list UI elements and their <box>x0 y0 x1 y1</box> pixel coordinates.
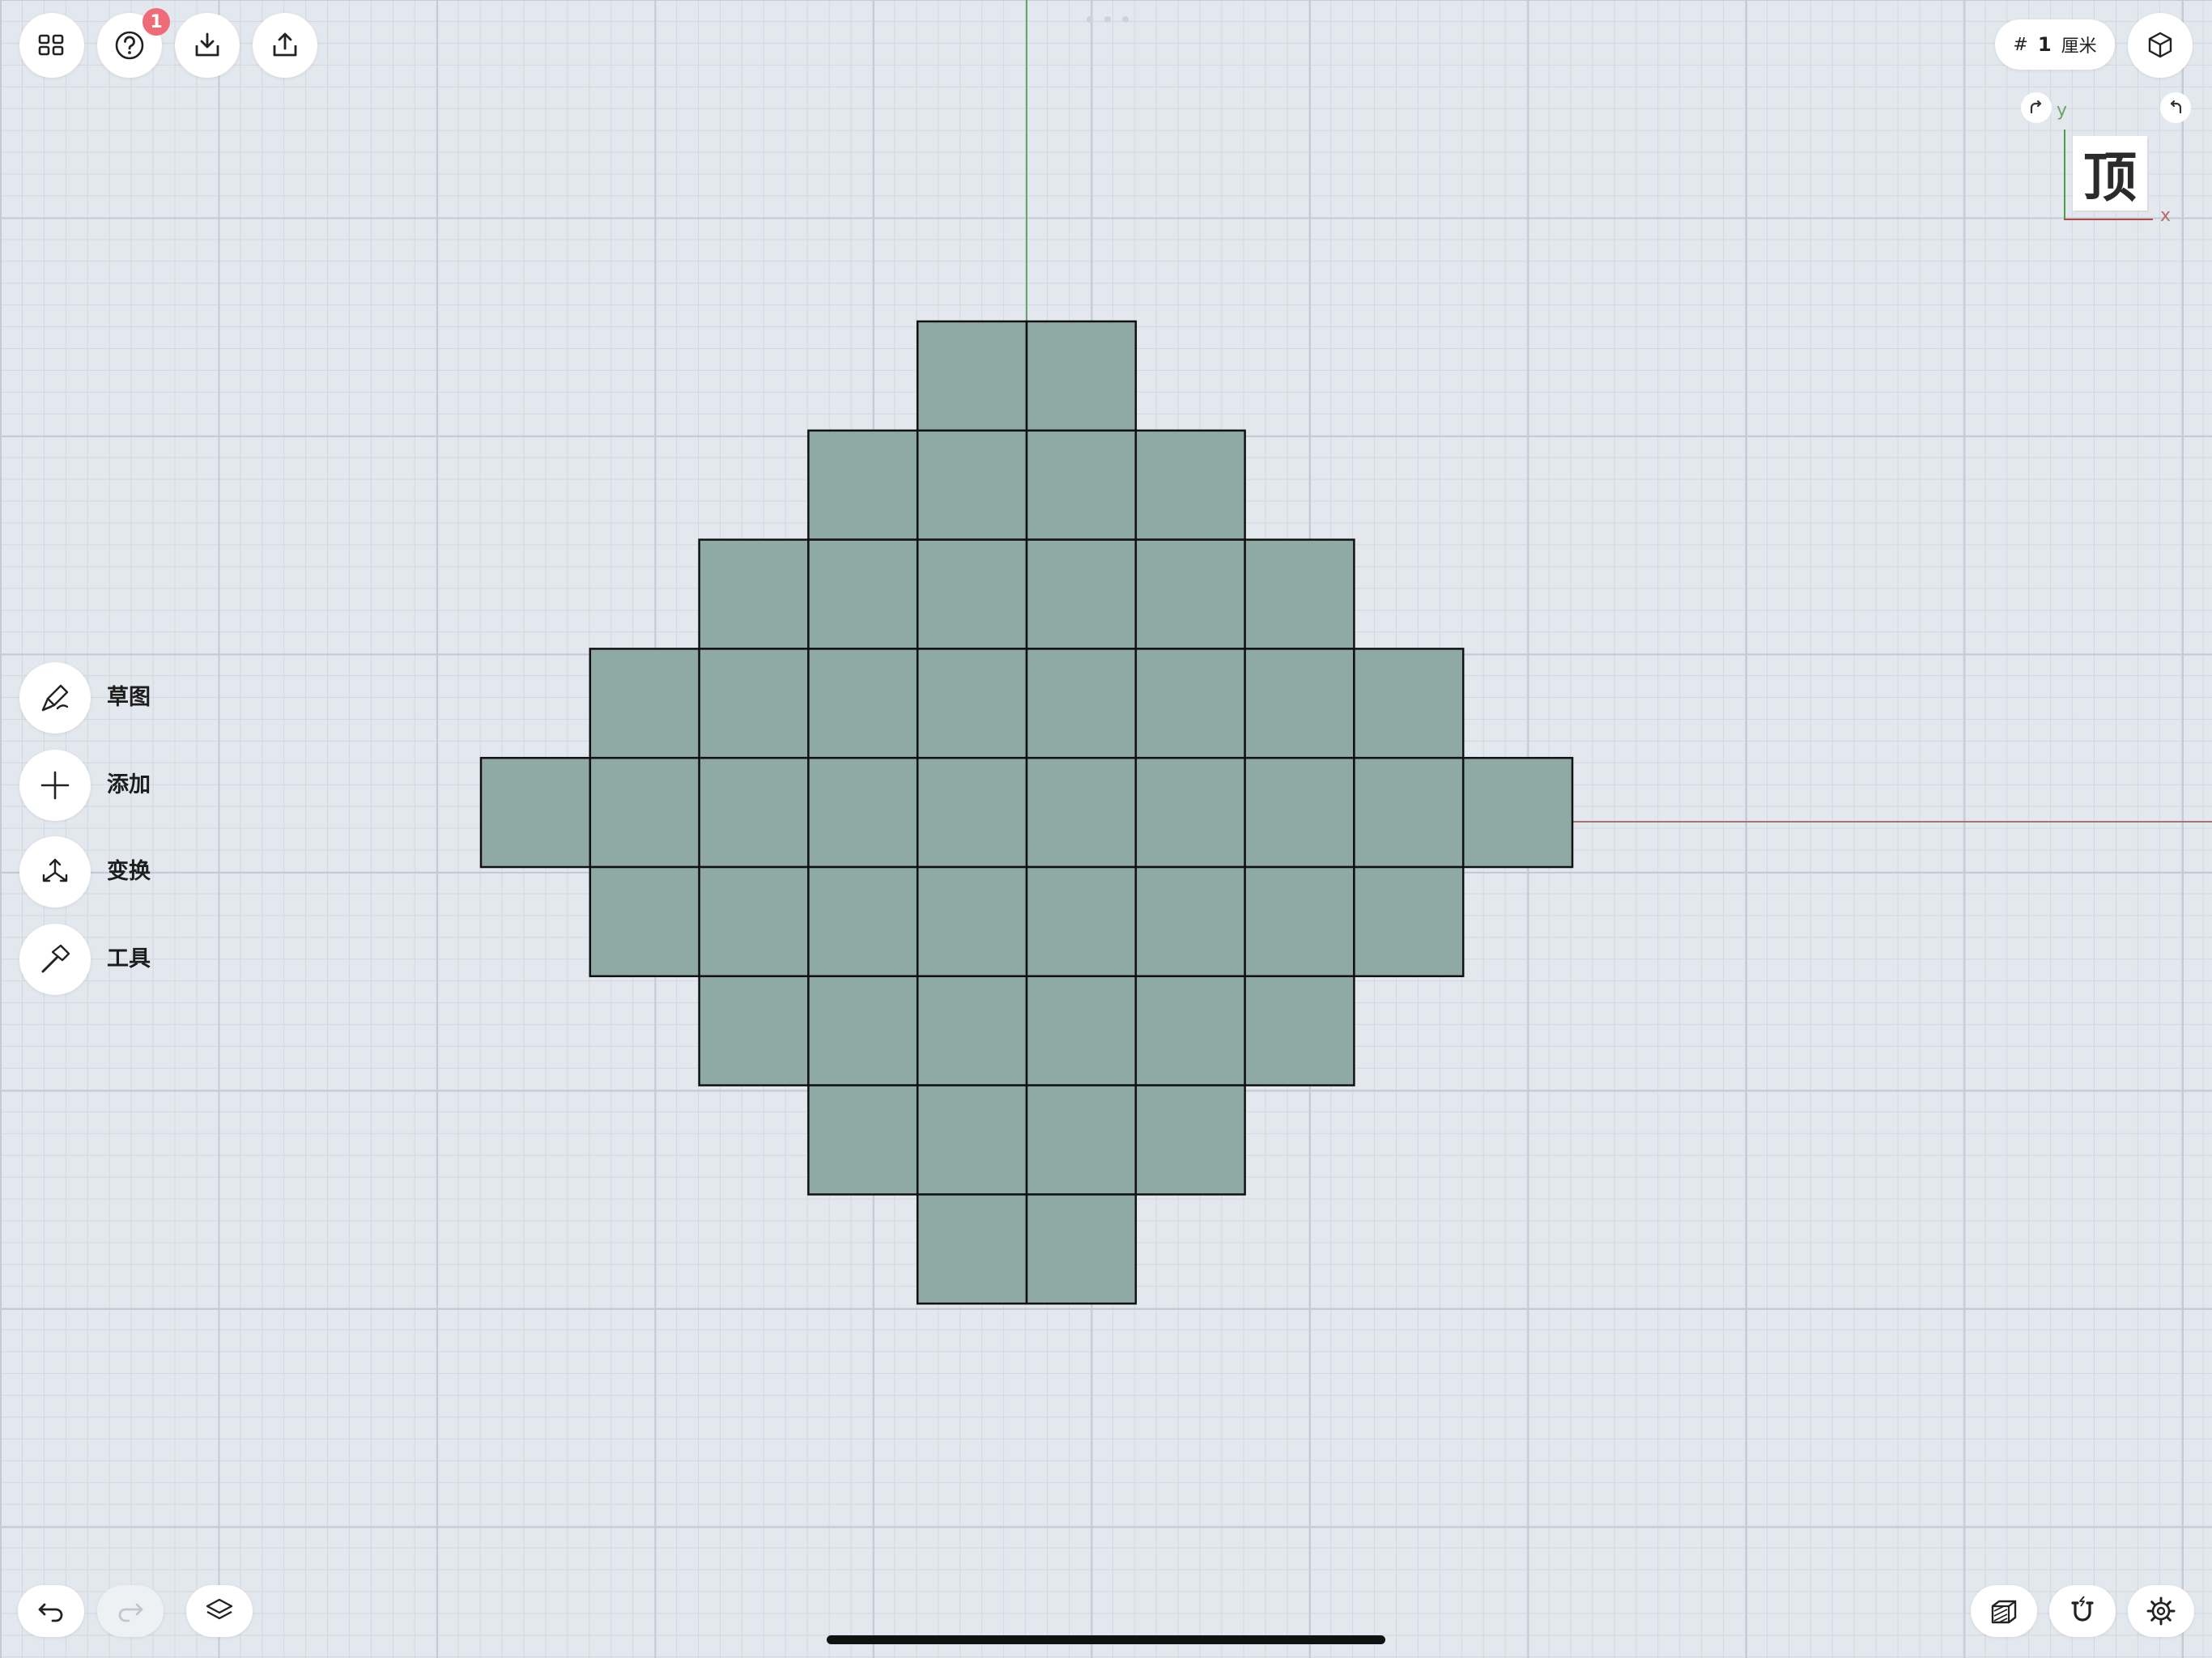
tools-label: 工具 <box>107 946 151 971</box>
shape-cell[interactable] <box>807 975 919 1086</box>
shape-cell[interactable] <box>916 865 1028 978</box>
undo-button[interactable] <box>18 1585 84 1637</box>
shape-cell[interactable] <box>916 538 1028 650</box>
settings-gear-icon <box>2146 1596 2176 1626</box>
shape-cell[interactable] <box>698 648 810 759</box>
shape-cell[interactable] <box>807 756 919 869</box>
grid-unit-selector[interactable]: # 1 厘米 <box>1995 19 2115 70</box>
shape-cell[interactable] <box>1134 975 1246 1086</box>
rotate-right-arrow-icon <box>2030 100 2042 114</box>
undo-icon <box>38 1603 63 1622</box>
redo-icon <box>118 1603 143 1622</box>
redo-button[interactable] <box>97 1585 164 1637</box>
shape-cell[interactable] <box>1134 865 1246 978</box>
shape-cell[interactable] <box>916 429 1028 541</box>
unit-hash-symbol: # <box>2013 34 2028 55</box>
rotate-view-left-button[interactable] <box>2021 92 2052 123</box>
shape-cell[interactable] <box>1134 538 1246 650</box>
add-button[interactable] <box>19 750 91 821</box>
shape-cell[interactable] <box>589 865 700 978</box>
gizmo-x-axis <box>2064 219 2153 220</box>
shape-cell[interactable] <box>479 756 592 869</box>
shape-cell[interactable] <box>698 538 810 650</box>
shape-cell[interactable] <box>807 648 919 759</box>
shape-cell[interactable] <box>1025 975 1138 1086</box>
pen-sketch-icon <box>41 684 69 712</box>
sketch-label: 草图 <box>107 685 151 710</box>
shape-cell[interactable] <box>1025 865 1138 978</box>
shape-cell[interactable] <box>1244 648 1355 759</box>
pixel-diamond-shape[interactable] <box>0 0 2212 1658</box>
layers-button[interactable] <box>186 1585 253 1637</box>
hammer-icon <box>41 944 70 973</box>
shape-cell[interactable] <box>1025 320 1138 432</box>
shape-cell[interactable] <box>916 1193 1028 1305</box>
transform-button[interactable] <box>19 836 91 908</box>
shape-cell[interactable] <box>1025 538 1138 650</box>
shape-cell[interactable] <box>1025 756 1138 869</box>
shape-cell[interactable] <box>1025 648 1138 759</box>
share-button[interactable] <box>253 13 317 78</box>
shape-cell[interactable] <box>916 648 1028 759</box>
import-button[interactable] <box>175 13 240 78</box>
shape-cell[interactable] <box>1134 756 1246 869</box>
shape-cell[interactable] <box>1461 756 1574 869</box>
sketch-button[interactable] <box>19 662 91 733</box>
shape-cell[interactable] <box>1244 538 1355 650</box>
shape-cell[interactable] <box>1025 429 1138 541</box>
tools-button[interactable] <box>19 924 91 995</box>
snap-button[interactable] <box>2049 1585 2116 1637</box>
grid-unit-label: 厘米 <box>2061 36 2097 57</box>
shape-cell[interactable] <box>589 756 700 869</box>
shape-cell[interactable] <box>807 429 919 541</box>
settings-button[interactable] <box>2128 1585 2194 1637</box>
help-notification-badge: 1 <box>143 8 170 36</box>
shape-cell[interactable] <box>698 865 810 978</box>
shape-cell[interactable] <box>1134 648 1246 759</box>
shape-cell[interactable] <box>1025 1084 1138 1196</box>
section-view-icon <box>1991 1600 2017 1624</box>
shape-cell[interactable] <box>1244 756 1355 869</box>
rotate-view-right-button[interactable] <box>2160 92 2191 123</box>
gizmo-x-label: x <box>2160 206 2172 226</box>
share-icon <box>273 32 297 57</box>
layers-icon <box>206 1598 233 1620</box>
grid-unit-value: 1 <box>2037 33 2052 56</box>
shape-cell[interactable] <box>807 1084 919 1196</box>
import-icon <box>195 32 219 57</box>
shape-cell[interactable] <box>916 975 1028 1086</box>
transform-arrows-icon <box>42 858 68 882</box>
section-view-button[interactable] <box>1971 1585 2037 1637</box>
view-cube-top-face[interactable]: 顶 <box>2073 136 2147 210</box>
gizmo-y-axis <box>2064 130 2065 220</box>
add-label: 添加 <box>107 772 151 797</box>
rotate-left-arrow-icon <box>2170 100 2182 114</box>
shape-cell[interactable] <box>1244 975 1355 1086</box>
shape-cell[interactable] <box>1353 756 1465 869</box>
transform-label: 变换 <box>107 859 151 884</box>
shape-cell[interactable] <box>916 1084 1028 1196</box>
help-icon <box>115 31 144 60</box>
perspective-cube-icon <box>2148 32 2172 58</box>
shape-cell[interactable] <box>1244 865 1355 978</box>
shape-cell[interactable] <box>1134 1084 1246 1196</box>
home-indicator[interactable] <box>827 1635 1385 1644</box>
shape-cell[interactable] <box>698 975 810 1086</box>
shape-cell[interactable] <box>1353 865 1465 978</box>
shape-cell[interactable] <box>807 538 919 650</box>
view-mode-button[interactable] <box>2128 13 2193 78</box>
gizmo-y-label: y <box>2057 100 2068 121</box>
grid-menu-icon <box>38 34 64 56</box>
shape-cell[interactable] <box>807 865 919 978</box>
shape-cell[interactable] <box>916 756 1028 869</box>
shape-cell[interactable] <box>698 756 810 869</box>
shape-cell[interactable] <box>1025 1193 1138 1305</box>
shape-cell[interactable] <box>1134 429 1246 541</box>
shape-cell[interactable] <box>1353 648 1465 759</box>
shape-cell[interactable] <box>589 648 700 759</box>
snap-magnet-icon <box>2071 1596 2094 1622</box>
shape-cell[interactable] <box>916 320 1028 432</box>
plus-icon <box>40 771 70 800</box>
grid-menu-button[interactable] <box>19 13 84 78</box>
